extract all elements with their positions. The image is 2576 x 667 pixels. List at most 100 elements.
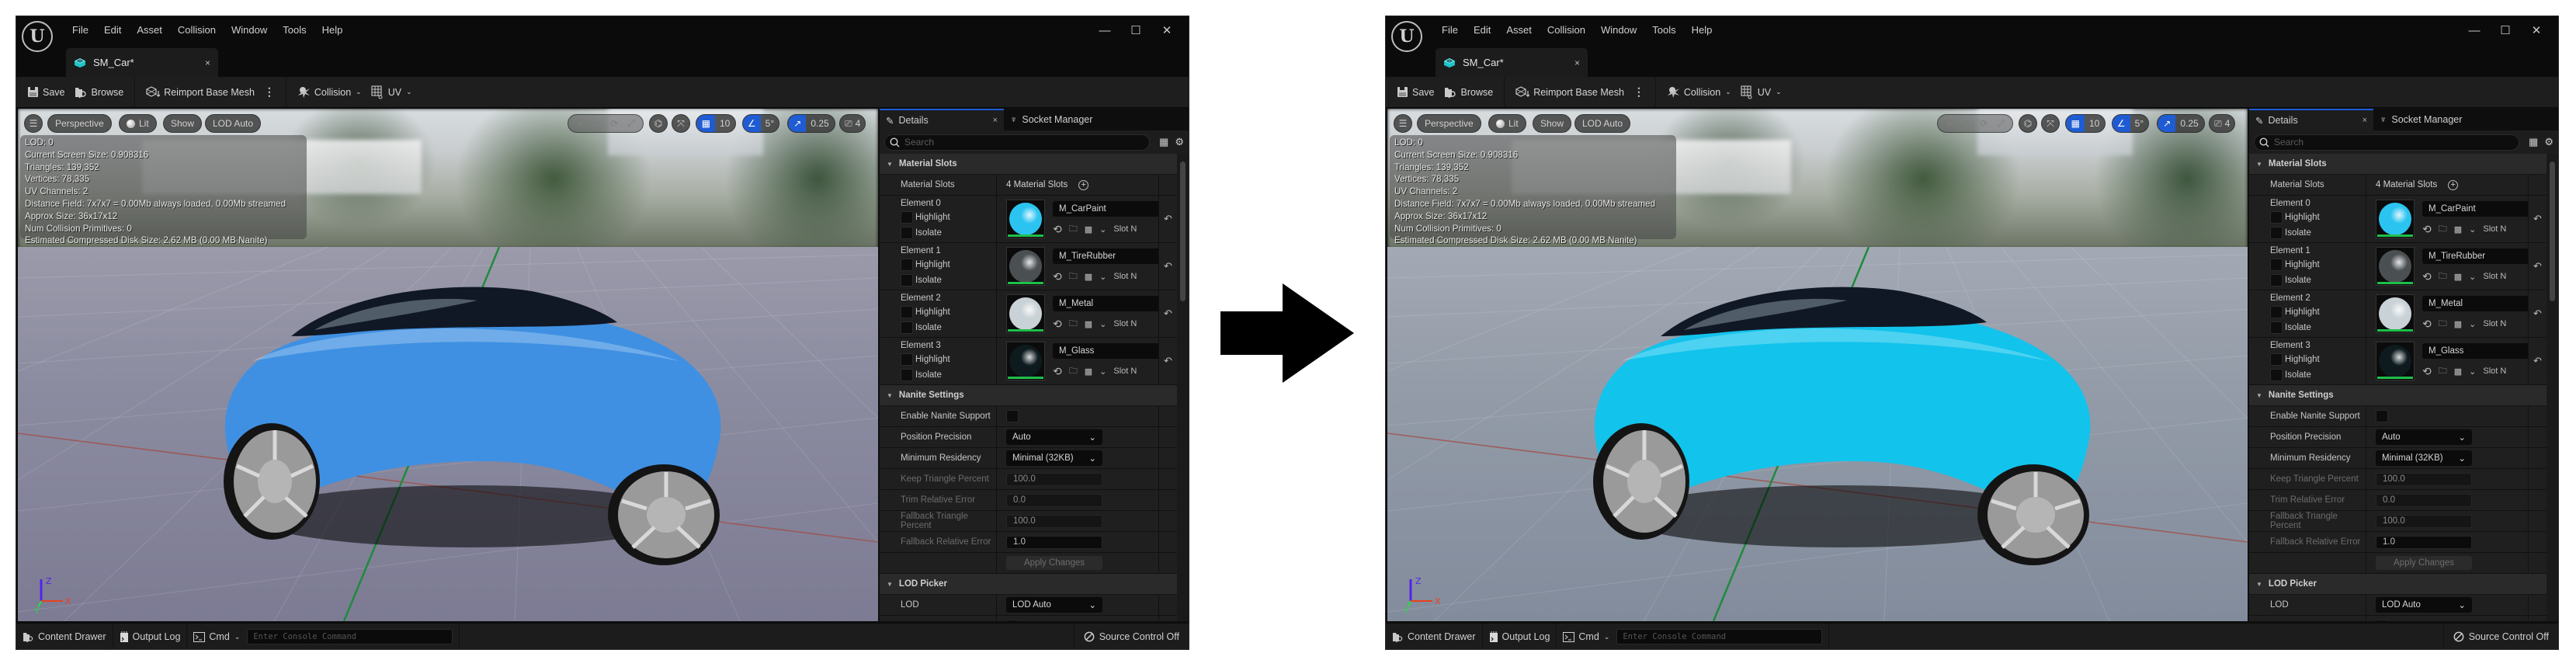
- perspective-button[interactable]: Perspective: [1417, 114, 1481, 133]
- minimum-residency-dropdown[interactable]: Minimal (32KB) ⌄: [2376, 450, 2472, 466]
- reset-to-default-icon[interactable]: ↶: [1158, 290, 1177, 337]
- minimize-button[interactable]: —: [2459, 21, 2490, 40]
- cmd-dropdown[interactable]: Cmd: [209, 631, 229, 642]
- section-lod-picker[interactable]: ▼ LOD Picker: [2249, 574, 2546, 595]
- isolate-checkbox[interactable]: [901, 274, 913, 287]
- output-log-button[interactable]: Output Log: [1483, 624, 1557, 649]
- apply-changes-button[interactable]: Apply Changes: [1006, 556, 1102, 570]
- browse-to-asset-icon[interactable]: 🗀: [1069, 222, 1078, 237]
- menu-file[interactable]: File: [1434, 23, 1466, 38]
- scale-tool-icon[interactable]: ⤢: [623, 115, 640, 132]
- tab-details[interactable]: ✎ Details ×: [2249, 109, 2373, 130]
- reset-to-default-icon[interactable]: ↶: [2528, 243, 2546, 290]
- lod-dropdown[interactable]: LOD Auto ⌄: [2376, 597, 2472, 613]
- menu-help[interactable]: Help: [1684, 23, 1720, 38]
- menu-file[interactable]: File: [64, 23, 96, 38]
- material-thumbnail[interactable]: [2376, 294, 2415, 333]
- material-picker[interactable]: M_TireRubber: [2422, 248, 2528, 264]
- position-precision-dropdown[interactable]: Auto ⌄: [2376, 429, 2472, 445]
- table-view-icon[interactable]: ▦: [2529, 136, 2538, 148]
- rotation-snap-control[interactable]: ∠ 5°: [2112, 114, 2149, 133]
- checker-texture-icon[interactable]: ▩: [2454, 319, 2462, 329]
- mesh-viewport[interactable]: Z X Y ☰ Perspective Lit Show LOD Auto ➤ …: [1387, 109, 2248, 621]
- custom-lod-checkbox[interactable]: [1006, 620, 1019, 621]
- camera-speed-button[interactable]: ⎚ 4: [839, 114, 866, 133]
- section-nanite-settings[interactable]: ▼ Nanite Settings: [2249, 385, 2546, 406]
- unreal-logo-icon[interactable]: U: [1391, 21, 1422, 52]
- select-tool-icon[interactable]: ➤: [571, 115, 588, 132]
- isolate-checkbox[interactable]: [2270, 274, 2283, 287]
- isolate-checkbox[interactable]: [901, 227, 913, 239]
- menu-tools[interactable]: Tools: [275, 23, 314, 38]
- source-control-button[interactable]: Source Control Off: [1074, 631, 1189, 642]
- material-picker[interactable]: M_Metal: [2422, 296, 2528, 311]
- console-command-input[interactable]: Enter Console Command: [1616, 629, 1823, 644]
- section-material-slots[interactable]: ▼ Material Slots: [880, 154, 1177, 175]
- rotation-snap-icon[interactable]: ∠: [743, 115, 761, 132]
- menu-asset[interactable]: Asset: [1498, 23, 1540, 38]
- close-tab-icon[interactable]: ×: [1574, 57, 1580, 68]
- menu-edit[interactable]: Edit: [1466, 23, 1498, 38]
- scale-snap-control[interactable]: ↗ 0.25: [787, 114, 835, 133]
- menu-window[interactable]: Window: [1593, 23, 1644, 38]
- use-selected-icon[interactable]: ⟲: [1053, 270, 1062, 283]
- scale-snap-value[interactable]: 0.25: [806, 115, 833, 132]
- lod-button[interactable]: LOD Auto: [205, 114, 262, 133]
- menu-help[interactable]: Help: [314, 23, 351, 38]
- fallback-relative-error-field[interactable]: 1.0: [1006, 535, 1102, 549]
- grid-snap-control[interactable]: ▦ 10: [696, 114, 736, 133]
- output-log-button[interactable]: Output Log: [113, 624, 188, 649]
- use-selected-icon[interactable]: ⟲: [1053, 223, 1062, 236]
- lit-button[interactable]: Lit: [119, 114, 157, 133]
- rotation-snap-value[interactable]: 5°: [761, 115, 779, 132]
- browse-to-asset-icon[interactable]: 🗀: [1069, 317, 1078, 332]
- add-slot-icon[interactable]: +: [1078, 179, 1089, 190]
- reset-to-default-icon[interactable]: ↶: [2528, 338, 2546, 384]
- uv-dropdown[interactable]: UV ⌄: [366, 82, 417, 103]
- menu-collision[interactable]: Collision: [170, 23, 224, 38]
- browse-to-asset-icon[interactable]: 🗀: [1069, 364, 1078, 379]
- grid-snap-value[interactable]: 10: [715, 115, 734, 132]
- enable-nanite-checkbox[interactable]: [1006, 410, 1019, 422]
- show-button[interactable]: Show: [163, 114, 203, 133]
- rotate-tool-icon[interactable]: ⟳: [606, 115, 623, 132]
- tab-socket-manager[interactable]: ♆ Socket Manager: [2373, 109, 2468, 130]
- cmd-dropdown[interactable]: Cmd: [1578, 631, 1599, 642]
- checker-texture-icon[interactable]: ▩: [1085, 367, 1092, 377]
- chevron-down-icon[interactable]: ⌄: [2469, 319, 2476, 329]
- camera-speed-button[interactable]: ⎚ 4: [2209, 114, 2236, 133]
- highlight-checkbox[interactable]: [2270, 211, 2283, 224]
- lod-dropdown[interactable]: LOD Auto ⌄: [1006, 597, 1102, 613]
- checker-texture-icon[interactable]: ▩: [1085, 224, 1092, 234]
- rotation-snap-control[interactable]: ∠ 5°: [742, 114, 779, 133]
- isolate-checkbox[interactable]: [2270, 321, 2283, 334]
- fallback-triangle-percent-field[interactable]: 100.0: [2376, 514, 2472, 528]
- uv-dropdown[interactable]: UV ⌄: [1736, 82, 1786, 103]
- maximize-button[interactable]: ☐: [2490, 21, 2521, 40]
- minimize-button[interactable]: —: [1089, 21, 1120, 40]
- lod-button[interactable]: LOD Auto: [1574, 114, 1631, 133]
- section-nanite-settings[interactable]: ▼ Nanite Settings: [880, 385, 1177, 406]
- material-picker[interactable]: M_Metal: [1053, 296, 1158, 311]
- material-picker[interactable]: M_Glass: [1053, 343, 1158, 359]
- grid-snap-value[interactable]: 10: [2085, 115, 2104, 132]
- table-view-icon[interactable]: ▦: [1159, 136, 1168, 148]
- chevron-down-icon[interactable]: ⌄: [234, 633, 241, 641]
- keep-triangle-percent-field[interactable]: 100.0: [1006, 472, 1102, 486]
- enable-nanite-checkbox[interactable]: [2376, 410, 2388, 422]
- highlight-checkbox[interactable]: [901, 353, 913, 366]
- move-tool-icon[interactable]: ✥: [1958, 115, 1975, 132]
- details-scrollbar[interactable]: [2550, 162, 2555, 301]
- highlight-checkbox[interactable]: [901, 259, 913, 271]
- material-thumbnail[interactable]: [2376, 342, 2415, 380]
- asset-tab[interactable]: SM_Car* ×: [66, 48, 218, 77]
- browse-button[interactable]: Browse: [1439, 82, 1498, 103]
- browse-to-asset-icon[interactable]: 🗀: [2439, 317, 2447, 332]
- add-slot-icon[interactable]: +: [2448, 179, 2459, 190]
- lit-button[interactable]: Lit: [1488, 114, 1526, 133]
- menu-tools[interactable]: Tools: [1644, 23, 1683, 38]
- scale-snap-control[interactable]: ↗ 0.25: [2157, 114, 2205, 133]
- details-scrollbar[interactable]: [1180, 162, 1186, 301]
- grid-snap-control[interactable]: ▦ 10: [2065, 114, 2106, 133]
- details-search-input[interactable]: Search: [2254, 134, 2520, 151]
